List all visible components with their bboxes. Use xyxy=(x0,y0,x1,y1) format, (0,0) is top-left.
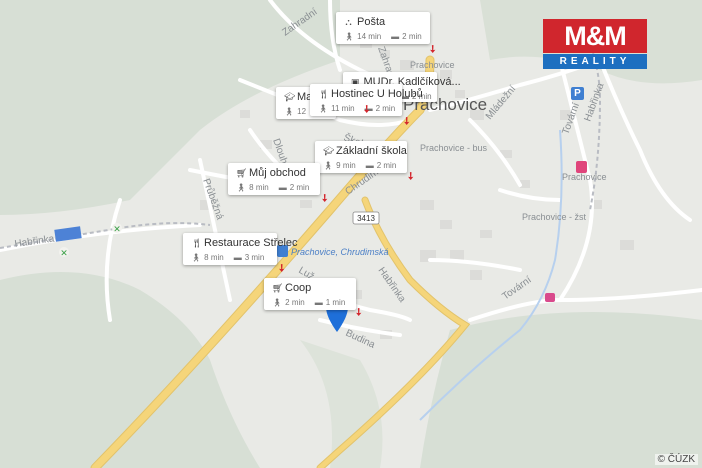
poi-name: Restaurace Střelec xyxy=(204,237,298,249)
restaurant-icon: 🍴︎ xyxy=(191,238,203,248)
street-label-habrinka-w: Habřinka xyxy=(14,233,56,250)
water-body xyxy=(54,226,82,242)
walk-icon: 🚶︎ xyxy=(344,32,355,41)
poi-card-zakladni-skola[interactable]: 🎓︎ Základní škola 🚶︎ 9 min ▬ 2 min xyxy=(315,141,407,173)
post-icon: ⛬ xyxy=(345,17,352,27)
poi-name: Pošta xyxy=(357,16,386,28)
forest-area-se xyxy=(420,312,702,468)
svg-text:✕: ✕ xyxy=(113,224,121,234)
poi-card-coop[interactable]: 🛒︎ Coop 🚶︎ 2 min ▬ 1 min xyxy=(264,278,356,310)
place-label-bus-stop: Prachovice, Chrudimská xyxy=(291,247,389,257)
walk-icon: 🚶︎ xyxy=(191,253,202,262)
place-label-prachovice-bus-top: Prachovice xyxy=(410,60,455,70)
walk-icon: 🚶︎ xyxy=(236,183,247,192)
walk-icon: 🚶︎ xyxy=(323,161,334,170)
walk-icon: 🚶︎ xyxy=(284,107,295,116)
car-icon: ▬ xyxy=(314,298,323,307)
restaurant-icon: 🍴︎ xyxy=(318,89,330,99)
forest-area-sw xyxy=(0,272,260,468)
parking-icon: P xyxy=(571,87,584,100)
place-label-zst: Prachovice - žst xyxy=(522,212,587,222)
school-icon: 🎓︎ xyxy=(284,92,296,102)
poi-card-restaurace-strelec[interactable]: 🍴︎ Restaurace Střelec 🚶︎ 8 min ▬ 3 min xyxy=(183,233,298,265)
poi-name: Základní škola xyxy=(336,145,407,157)
logo-bottom-text: REALITY xyxy=(543,54,647,69)
copyright-label: © ČÚZK xyxy=(654,454,698,465)
street-label-pribuzna: Průběžná xyxy=(200,177,226,222)
walk-icon: 🚶︎ xyxy=(272,298,283,307)
poi-name: Můj obchod xyxy=(249,167,306,179)
train-station-icon xyxy=(576,161,587,173)
walk-icon: 🚶︎ xyxy=(318,104,329,113)
camera-icon xyxy=(545,293,555,302)
logo-top-text: M&M xyxy=(543,19,647,53)
poi-card-post[interactable]: ⛬ Pošta 🚶︎ 14 min ▬ 2 min xyxy=(336,12,430,44)
street-label-habrinka-e: Habřinka xyxy=(582,81,606,123)
car-icon: ▬ xyxy=(233,253,242,262)
poi-card-hostinec[interactable]: 🍴︎ Hostinec U Holubů 🚶︎ 11 min ▬ 2 min xyxy=(310,84,423,116)
car-icon: ▬ xyxy=(365,161,374,170)
place-label-station: Prachovice xyxy=(562,172,607,182)
walk-marker-icon: ✕ xyxy=(59,247,69,258)
map-canvas[interactable]: 3413 Zahradní Školní Dlouhá Průběžná Chr… xyxy=(0,0,702,468)
street-label-tovarni-s: Tovární xyxy=(500,275,533,303)
road-number-label: 3413 xyxy=(357,214,375,223)
car-icon: ▬ xyxy=(278,183,287,192)
shop-icon: 🛒︎ xyxy=(236,168,248,178)
poi-card-muj-obchod[interactable]: 🛒︎ Můj obchod 🚶︎ 8 min ▬ 2 min xyxy=(228,163,320,195)
school-icon: 🎓︎ xyxy=(323,146,335,156)
place-label-bus-skola: Prachovice - bus xyxy=(420,143,488,153)
svg-text:✕: ✕ xyxy=(60,248,68,258)
car-icon: ▬ xyxy=(391,32,400,41)
poi-name: Hostinec U Holubů xyxy=(331,88,423,100)
poi-name: Coop xyxy=(285,282,312,294)
mm-reality-logo[interactable]: M&M REALITY xyxy=(543,19,647,69)
shop-icon: 🛒︎ xyxy=(272,283,284,293)
walk-marker-icon: ✕ xyxy=(112,223,122,234)
